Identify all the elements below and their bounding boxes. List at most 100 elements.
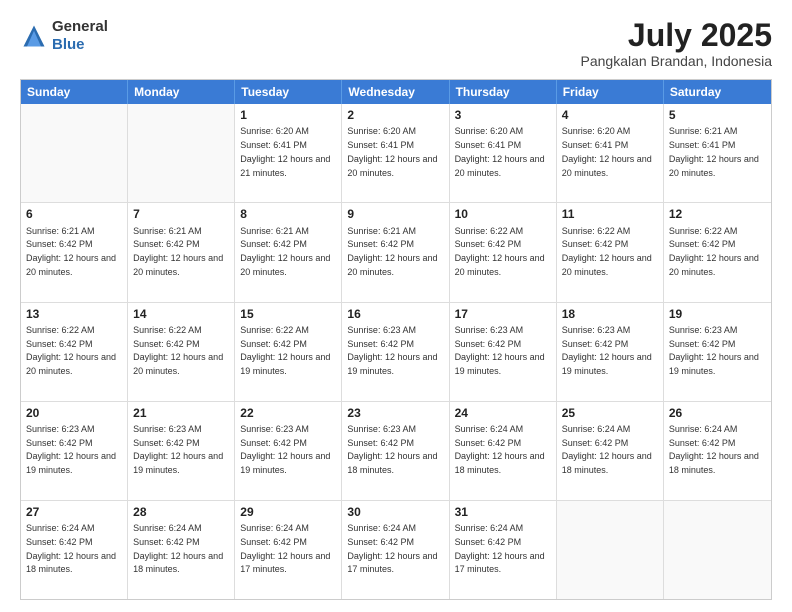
day-info: Sunrise: 6:21 AM Sunset: 6:42 PM Dayligh… <box>240 226 330 277</box>
day-info: Sunrise: 6:20 AM Sunset: 6:41 PM Dayligh… <box>347 126 437 177</box>
day-number: 21 <box>133 405 229 421</box>
day-info: Sunrise: 6:23 AM Sunset: 6:42 PM Dayligh… <box>669 325 759 376</box>
calendar-cell: 2Sunrise: 6:20 AM Sunset: 6:41 PM Daylig… <box>342 104 449 202</box>
calendar-cell: 11 Sunrise: 6:22 AM Sunset: 6:42 PM Dayli… <box>557 203 664 301</box>
day-number: 19 <box>669 306 766 322</box>
day-info: Sunrise: 6:21 AM Sunset: 6:41 PM Dayligh… <box>669 126 759 177</box>
day-number: 4 <box>562 107 658 123</box>
day-info: Sunrise: 6:23 AM Sunset: 6:42 PM Dayligh… <box>133 424 223 475</box>
calendar-cell: 14 Sunrise: 6:22 AM Sunset: 6:42 PM Dayli… <box>128 303 235 401</box>
day-info: Sunrise: 6:21 AM Sunset: 6:42 PM Dayligh… <box>26 226 116 277</box>
calendar-cell: 24Sunrise: 6:24 AM Sunset: 6:42 PM Dayli… <box>450 402 557 500</box>
calendar-cell: 13Sunrise: 6:22 AM Sunset: 6:42 PM Dayli… <box>21 303 128 401</box>
calendar-cell: 22Sunrise: 6:23 AM Sunset: 6:42 PM Dayli… <box>235 402 342 500</box>
day-number: 18 <box>562 306 658 322</box>
calendar-cell: 18 Sunrise: 6:23 AM Sunset: 6:42 PM Dayli… <box>557 303 664 401</box>
day-number: 8 <box>240 206 336 222</box>
day-info: Sunrise: 6:20 AM Sunset: 6:41 PM Dayligh… <box>455 126 545 177</box>
day-info: Sunrise: 6:22 AM Sunset: 6:42 PM Dayligh… <box>240 325 330 376</box>
page: General Blue July 2025 Pangkalan Brandan… <box>0 0 792 612</box>
calendar-week-4: 20 Sunrise: 6:23 AM Sunset: 6:42 PM Dayli… <box>21 402 771 501</box>
day-info: Sunrise: 6:24 AM Sunset: 6:42 PM Dayligh… <box>133 523 223 574</box>
header-day-friday: Friday <box>557 80 664 104</box>
header-day-saturday: Saturday <box>664 80 771 104</box>
day-number: 6 <box>26 206 122 222</box>
header-day-monday: Monday <box>128 80 235 104</box>
calendar-cell: 21 Sunrise: 6:23 AM Sunset: 6:42 PM Dayli… <box>128 402 235 500</box>
calendar-cell: 19 Sunrise: 6:23 AM Sunset: 6:42 PM Dayli… <box>664 303 771 401</box>
calendar: SundayMondayTuesdayWednesdayThursdayFrid… <box>20 79 772 600</box>
day-number: 5 <box>669 107 766 123</box>
calendar-cell: 6 Sunrise: 6:21 AM Sunset: 6:42 PM Daylig… <box>21 203 128 301</box>
calendar-cell: 10 Sunrise: 6:22 AM Sunset: 6:42 PM Dayli… <box>450 203 557 301</box>
logo-general: General <box>52 18 108 35</box>
day-info: Sunrise: 6:21 AM Sunset: 6:42 PM Dayligh… <box>347 226 437 277</box>
day-number: 13 <box>26 306 122 322</box>
logo-blue: Blue <box>52 36 85 53</box>
day-info: Sunrise: 6:23 AM Sunset: 6:42 PM Dayligh… <box>26 424 116 475</box>
day-info: Sunrise: 6:22 AM Sunset: 6:42 PM Dayligh… <box>562 226 652 277</box>
day-info: Sunrise: 6:20 AM Sunset: 6:41 PM Dayligh… <box>240 126 330 177</box>
calendar-week-1: 1 Sunrise: 6:20 AM Sunset: 6:41 PM Daylig… <box>21 104 771 203</box>
calendar-cell <box>664 501 771 599</box>
day-number: 26 <box>669 405 766 421</box>
calendar-cell: 16 Sunrise: 6:23 AM Sunset: 6:42 PM Dayli… <box>342 303 449 401</box>
calendar-header: SundayMondayTuesdayWednesdayThursdayFrid… <box>21 80 771 104</box>
day-info: Sunrise: 6:20 AM Sunset: 6:41 PM Dayligh… <box>562 126 652 177</box>
title-block: July 2025 Pangkalan Brandan, Indonesia <box>581 18 772 69</box>
calendar-cell: 3 Sunrise: 6:20 AM Sunset: 6:41 PM Daylig… <box>450 104 557 202</box>
day-number: 14 <box>133 306 229 322</box>
day-number: 16 <box>347 306 443 322</box>
day-number: 27 <box>26 504 122 520</box>
day-number: 9 <box>347 206 443 222</box>
day-number: 7 <box>133 206 229 222</box>
day-number: 31 <box>455 504 551 520</box>
day-info: Sunrise: 6:24 AM Sunset: 6:42 PM Dayligh… <box>455 523 545 574</box>
calendar-cell <box>21 104 128 202</box>
calendar-cell: 29 Sunrise: 6:24 AM Sunset: 6:42 PM Dayli… <box>235 501 342 599</box>
subtitle: Pangkalan Brandan, Indonesia <box>581 53 772 69</box>
logo: General Blue <box>20 18 108 54</box>
calendar-cell: 31 Sunrise: 6:24 AM Sunset: 6:42 PM Dayli… <box>450 501 557 599</box>
calendar-cell: 12 Sunrise: 6:22 AM Sunset: 6:42 PM Dayli… <box>664 203 771 301</box>
calendar-cell: 8 Sunrise: 6:21 AM Sunset: 6:42 PM Daylig… <box>235 203 342 301</box>
day-info: Sunrise: 6:23 AM Sunset: 6:42 PM Dayligh… <box>562 325 652 376</box>
calendar-week-3: 13 Sunrise: 6:22 AM Sunset: 6:42 PM Dayli… <box>21 303 771 402</box>
day-info: Sunrise: 6:22 AM Sunset: 6:42 PM Dayligh… <box>455 226 545 277</box>
day-number: 10 <box>455 206 551 222</box>
calendar-cell: 9 Sunrise: 6:21 AM Sunset: 6:42 PM Daylig… <box>342 203 449 301</box>
header: General Blue July 2025 Pangkalan Brandan… <box>20 18 772 69</box>
calendar-cell: 28 Sunrise: 6:24 AM Sunset: 6:42 PM Dayli… <box>128 501 235 599</box>
day-number: 12 <box>669 206 766 222</box>
calendar-cell <box>128 104 235 202</box>
day-info: Sunrise: 6:23 AM Sunset: 6:42 PM Dayligh… <box>455 325 545 376</box>
day-number: 29 <box>240 504 336 520</box>
day-number: 11 <box>562 206 658 222</box>
day-info: Sunrise: 6:24 AM Sunset: 6:42 PM Dayligh… <box>669 424 759 475</box>
day-info: Sunrise: 6:24 AM Sunset: 6:42 PM Dayligh… <box>240 523 330 574</box>
day-number: 1 <box>240 107 336 123</box>
calendar-cell: 17Sunrise: 6:23 AM Sunset: 6:42 PM Dayli… <box>450 303 557 401</box>
day-info: Sunrise: 6:22 AM Sunset: 6:42 PM Dayligh… <box>669 226 759 277</box>
header-day-sunday: Sunday <box>21 80 128 104</box>
day-info: Sunrise: 6:23 AM Sunset: 6:42 PM Dayligh… <box>240 424 330 475</box>
calendar-week-5: 27 Sunrise: 6:24 AM Sunset: 6:42 PM Dayli… <box>21 501 771 599</box>
day-number: 28 <box>133 504 229 520</box>
calendar-cell: 1 Sunrise: 6:20 AM Sunset: 6:41 PM Daylig… <box>235 104 342 202</box>
day-number: 25 <box>562 405 658 421</box>
calendar-cell: 5 Sunrise: 6:21 AM Sunset: 6:41 PM Daylig… <box>664 104 771 202</box>
day-number: 20 <box>26 405 122 421</box>
calendar-cell: 27 Sunrise: 6:24 AM Sunset: 6:42 PM Dayli… <box>21 501 128 599</box>
header-day-tuesday: Tuesday <box>235 80 342 104</box>
day-info: Sunrise: 6:22 AM Sunset: 6:42 PM Dayligh… <box>133 325 223 376</box>
day-info: Sunrise: 6:23 AM Sunset: 6:42 PM Dayligh… <box>347 325 437 376</box>
day-info: Sunrise: 6:24 AM Sunset: 6:42 PM Dayligh… <box>26 523 116 574</box>
day-number: 15 <box>240 306 336 322</box>
day-number: 3 <box>455 107 551 123</box>
day-info: Sunrise: 6:24 AM Sunset: 6:42 PM Dayligh… <box>347 523 437 574</box>
header-day-thursday: Thursday <box>450 80 557 104</box>
calendar-cell: 7Sunrise: 6:21 AM Sunset: 6:42 PM Daylig… <box>128 203 235 301</box>
calendar-body: 1 Sunrise: 6:20 AM Sunset: 6:41 PM Daylig… <box>21 104 771 599</box>
day-info: Sunrise: 6:23 AM Sunset: 6:42 PM Dayligh… <box>347 424 437 475</box>
calendar-cell: 30Sunrise: 6:24 AM Sunset: 6:42 PM Dayli… <box>342 501 449 599</box>
